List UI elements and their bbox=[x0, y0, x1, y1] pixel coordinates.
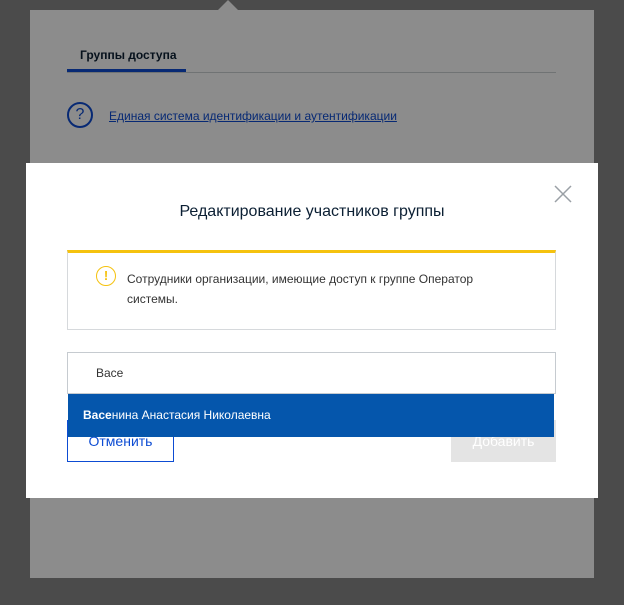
member-search-input[interactable] bbox=[67, 352, 556, 394]
close-icon[interactable] bbox=[552, 183, 574, 205]
notice-text: Сотрудники организации, имеющие доступ к… bbox=[127, 272, 474, 306]
modal-title: Редактирование участников группы bbox=[179, 203, 445, 220]
suggestion-item[interactable]: Васенина Анастасия Николаевна bbox=[68, 394, 554, 437]
edit-group-members-modal: Редактирование участников группы ! Сотру… bbox=[26, 163, 598, 498]
info-notice: ! Сотрудники организации, имеющие доступ… bbox=[67, 250, 556, 330]
suggestion-rest: нина Анастасия Николаевна bbox=[111, 408, 271, 422]
suggestion-match: Васе bbox=[83, 408, 112, 422]
warning-icon: ! bbox=[96, 266, 116, 286]
